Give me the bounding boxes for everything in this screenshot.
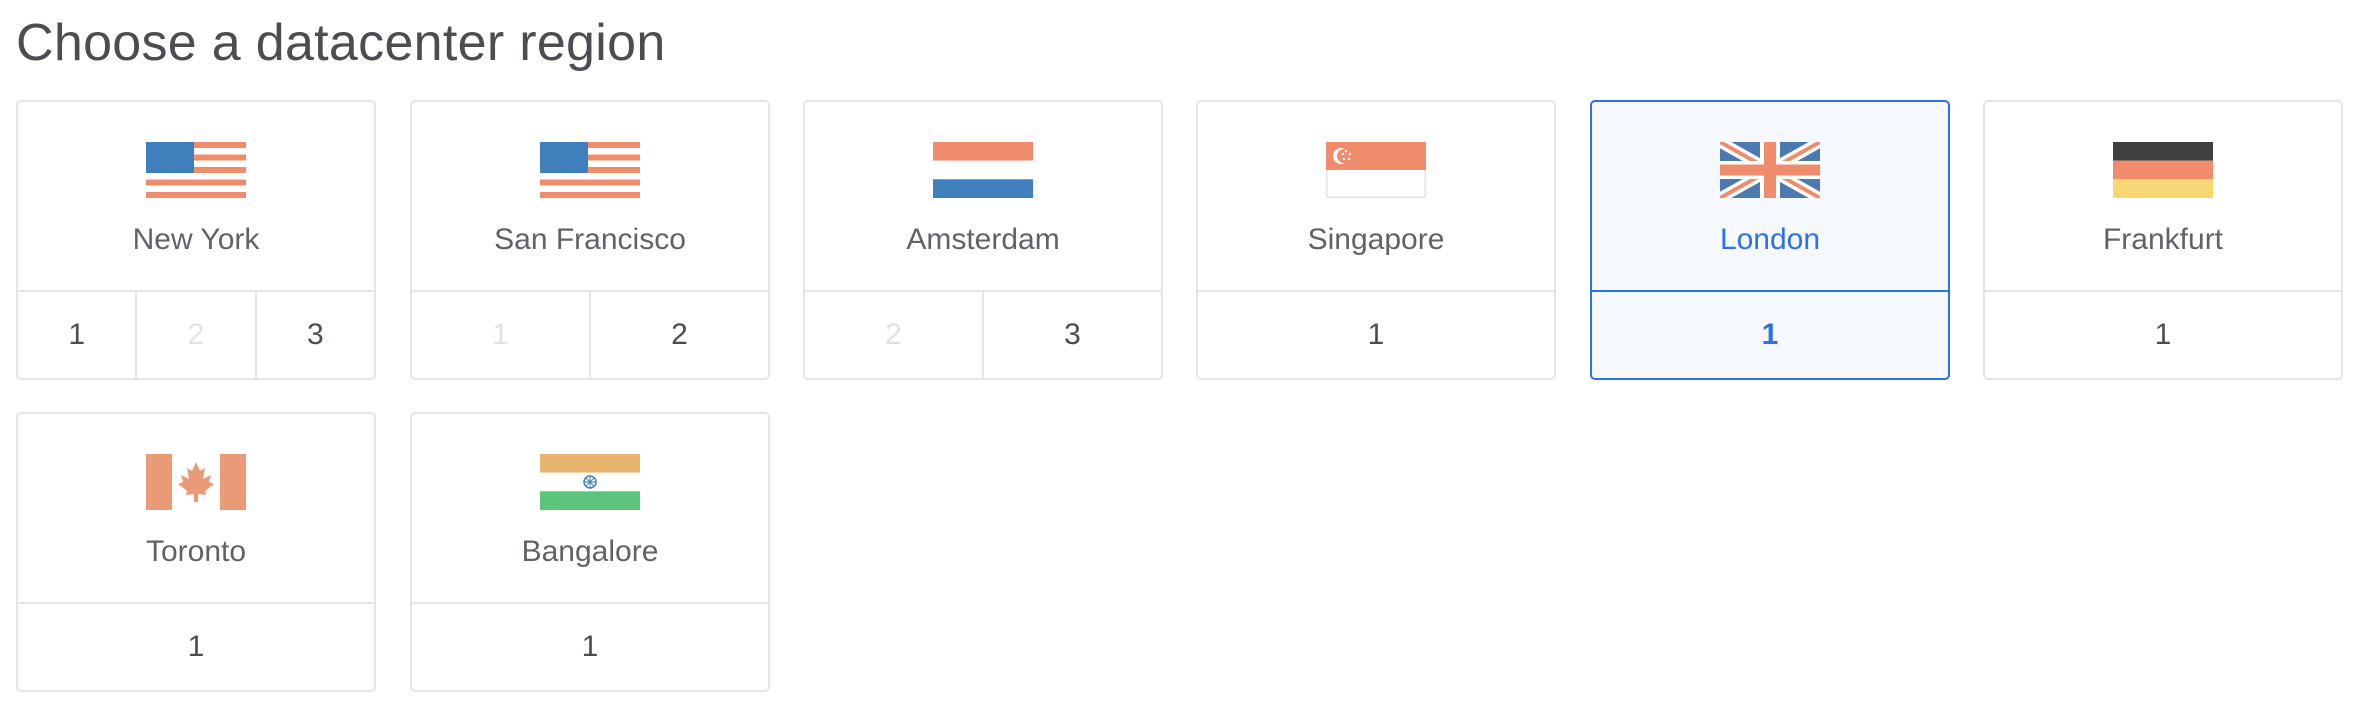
datacenter-options: 1 2 bbox=[412, 292, 768, 378]
datacenter-option[interactable]: 1 bbox=[18, 604, 374, 690]
region-card-header[interactable]: New York bbox=[18, 102, 374, 292]
region-city-label: London bbox=[1719, 223, 1821, 256]
us-flag-icon bbox=[540, 142, 640, 198]
datacenter-option-selected[interactable]: 1 bbox=[1592, 292, 1948, 378]
datacenter-options: 1 bbox=[1592, 292, 1948, 378]
region-card-header[interactable]: Bangalore bbox=[412, 414, 768, 604]
region-city-label: Amsterdam bbox=[906, 223, 1060, 256]
region-card-frankfurt[interactable]: Frankfurt 1 bbox=[1983, 100, 2343, 380]
datacenter-option-disabled: 2 bbox=[135, 292, 254, 378]
germany-flag-icon bbox=[2113, 142, 2213, 198]
singapore-flag-icon bbox=[1326, 142, 1426, 198]
page-title: Choose a datacenter region bbox=[16, 14, 666, 72]
netherlands-flag-icon bbox=[933, 142, 1033, 198]
region-card-bangalore[interactable]: Bangalore 1 bbox=[410, 412, 770, 692]
datacenter-options: 1 bbox=[18, 604, 374, 690]
region-city-label: Frankfurt bbox=[2102, 223, 2224, 256]
region-card-header[interactable]: Toronto bbox=[18, 414, 374, 604]
region-card-singapore[interactable]: Singapore 1 bbox=[1196, 100, 1556, 380]
region-card-header[interactable]: Frankfurt bbox=[1985, 102, 2341, 292]
region-card-new-york[interactable]: New York 1 2 3 bbox=[16, 100, 376, 380]
region-city-label: Singapore bbox=[1307, 223, 1445, 256]
region-card-london[interactable]: London 1 bbox=[1590, 100, 1950, 380]
uk-flag-icon bbox=[1720, 142, 1820, 198]
datacenter-option[interactable]: 3 bbox=[254, 292, 374, 378]
canada-flag-icon bbox=[146, 454, 246, 510]
datacenter-option[interactable]: 2 bbox=[589, 292, 768, 378]
region-card-san-francisco[interactable]: San Francisco 1 2 bbox=[410, 100, 770, 380]
region-card-header[interactable]: San Francisco bbox=[412, 102, 768, 292]
region-city-label: Toronto bbox=[145, 535, 247, 568]
datacenter-option[interactable]: 1 bbox=[1198, 292, 1554, 378]
datacenter-option-disabled: 1 bbox=[492, 318, 509, 351]
datacenter-options: 1 bbox=[1198, 292, 1554, 378]
india-flag-icon bbox=[540, 454, 640, 510]
datacenter-options: 1 2 3 bbox=[18, 292, 374, 378]
us-flag-icon bbox=[146, 142, 246, 198]
region-card-header[interactable]: London bbox=[1592, 102, 1948, 292]
datacenter-option[interactable]: 3 bbox=[982, 292, 1161, 378]
datacenter-option[interactable]: 1 bbox=[18, 292, 135, 378]
region-card-toronto[interactable]: Toronto 1 bbox=[16, 412, 376, 692]
datacenter-options: 1 bbox=[412, 604, 768, 690]
region-city-label: San Francisco bbox=[494, 223, 686, 256]
datacenter-option-disabled: 2 bbox=[885, 318, 902, 351]
datacenter-option[interactable]: 1 bbox=[1985, 292, 2341, 378]
region-city-label: New York bbox=[132, 223, 260, 256]
region-card-amsterdam[interactable]: Amsterdam 2 3 bbox=[803, 100, 1163, 380]
region-city-label: Bangalore bbox=[521, 535, 659, 568]
datacenter-option[interactable]: 1 bbox=[412, 604, 768, 690]
datacenter-options: 1 bbox=[1985, 292, 2341, 378]
region-card-header[interactable]: Amsterdam bbox=[805, 102, 1161, 292]
datacenter-options: 2 3 bbox=[805, 292, 1161, 378]
region-card-header[interactable]: Singapore bbox=[1198, 102, 1554, 292]
